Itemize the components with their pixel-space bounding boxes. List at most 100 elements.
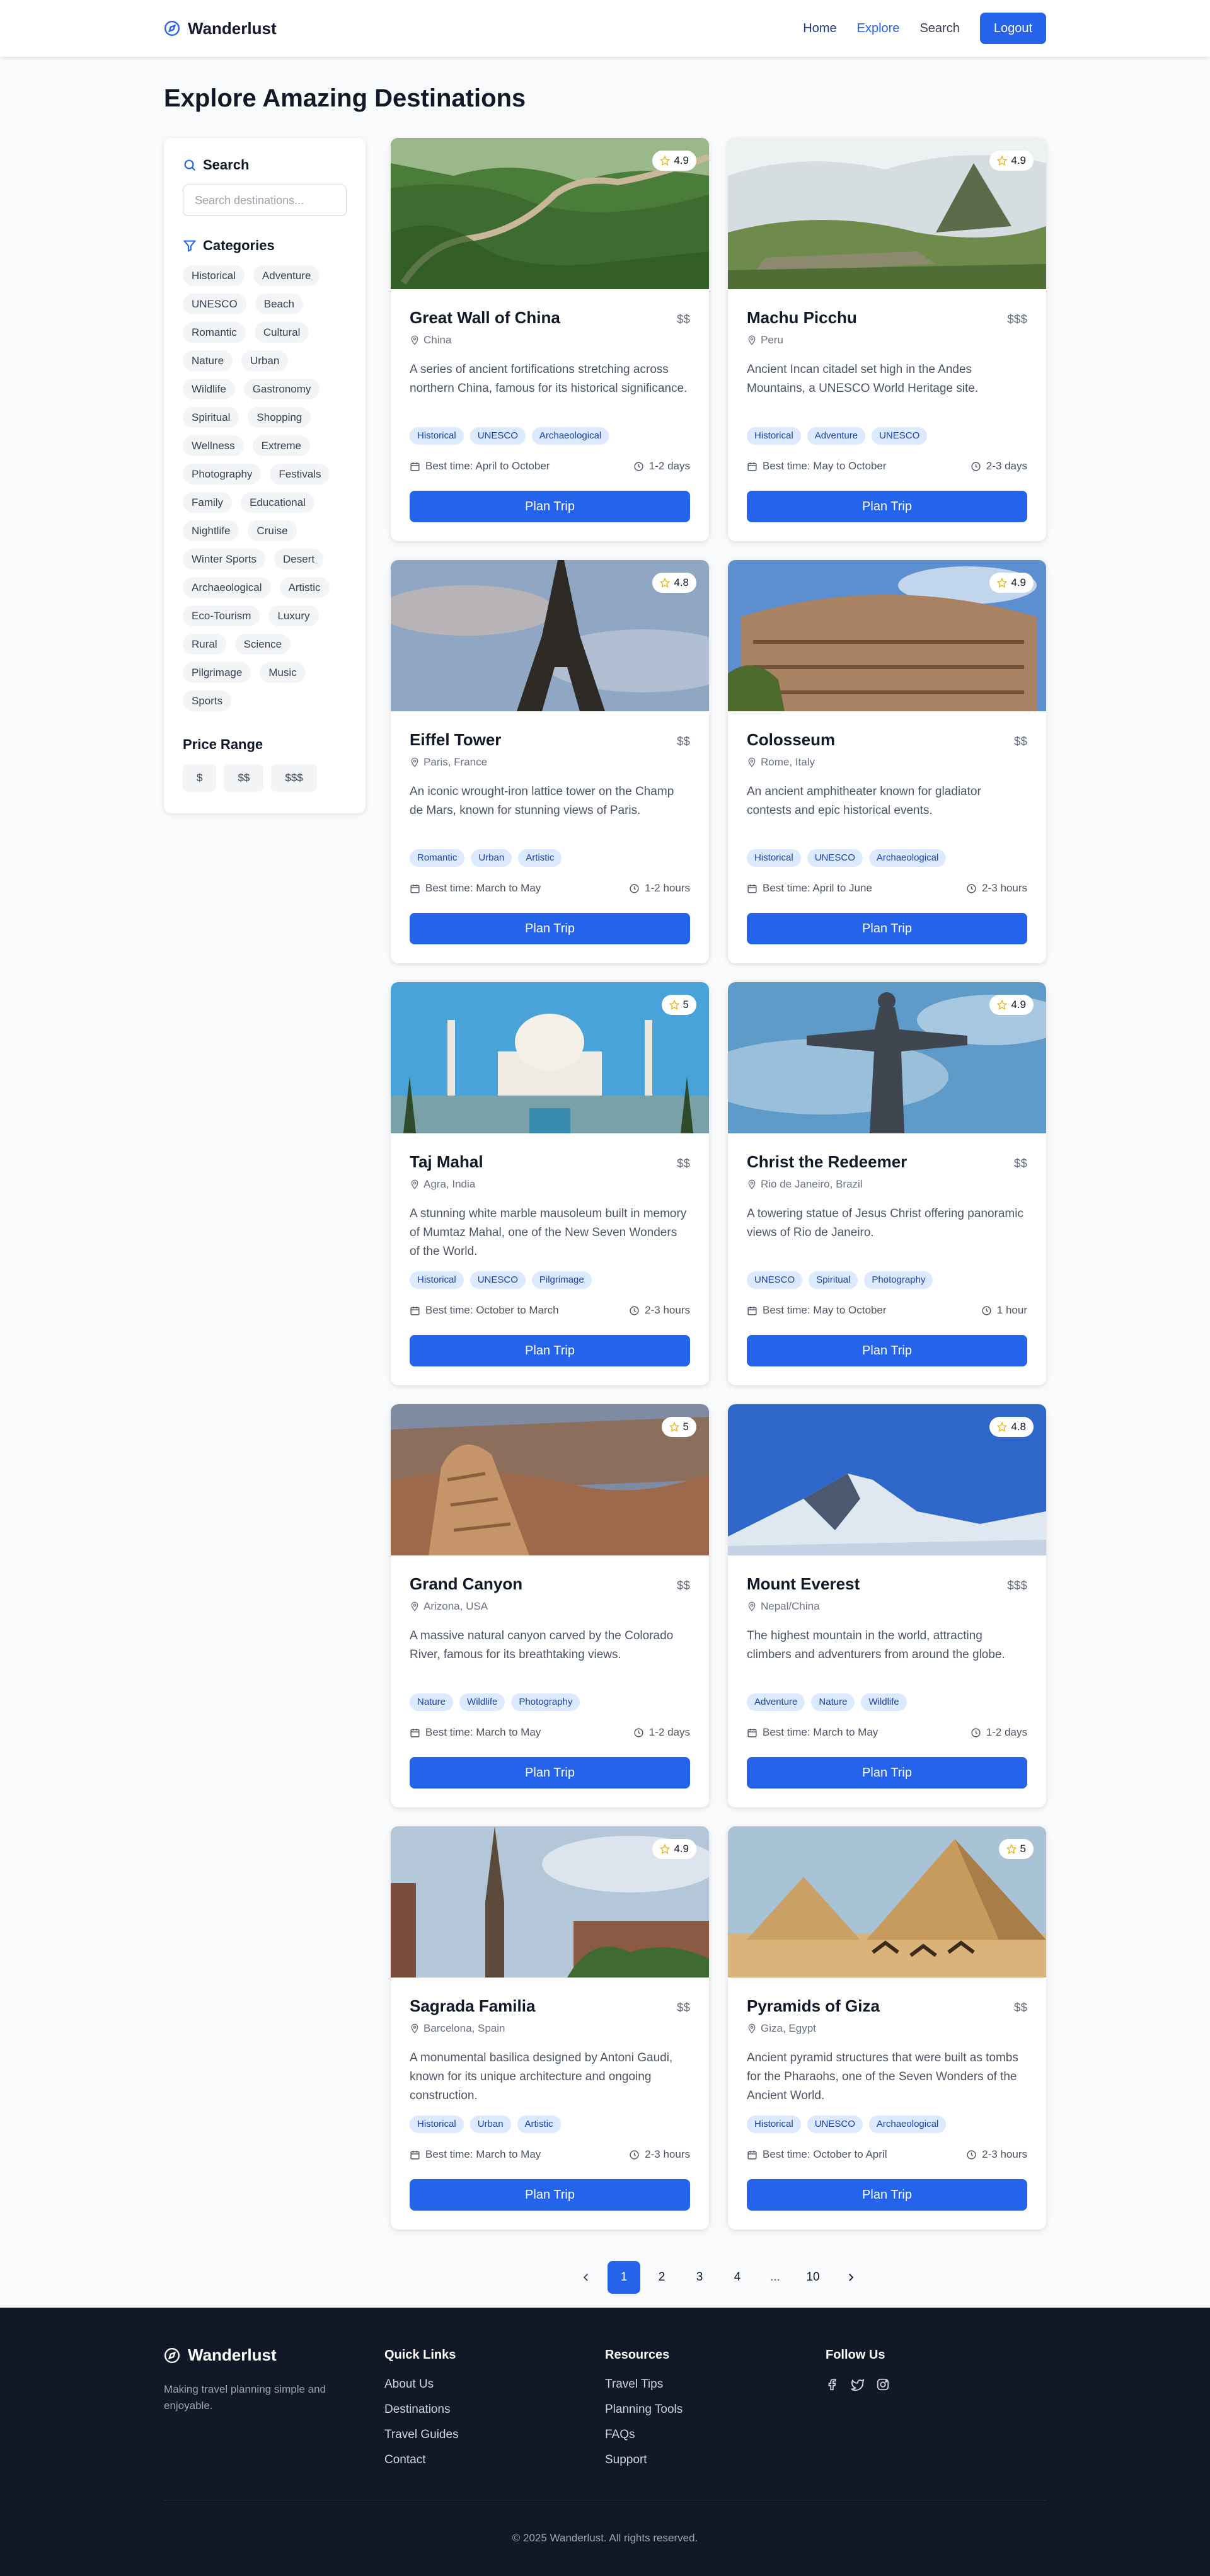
tag-list: Adventure Nature Wildlife bbox=[747, 1693, 1027, 1711]
destination-card[interactable]: 4.9 Colosseum $$ Rome, Italy An ancient … bbox=[728, 560, 1046, 963]
tag: Archaeological bbox=[868, 2115, 947, 2133]
nav-home[interactable]: Home bbox=[803, 21, 836, 36]
destination-card[interactable]: 4.9 Machu Picchu $$$ Peru Ancient Incan … bbox=[728, 138, 1046, 541]
plan-trip-button[interactable]: Plan Trip bbox=[410, 1757, 690, 1789]
plan-trip-button[interactable]: Plan Trip bbox=[747, 913, 1027, 944]
plan-trip-button[interactable]: Plan Trip bbox=[747, 1757, 1027, 1789]
category-chip[interactable]: Pilgrimage bbox=[183, 662, 251, 683]
category-chip[interactable]: Photography bbox=[183, 464, 262, 484]
rating-value: 5 bbox=[1020, 1843, 1026, 1855]
category-chip[interactable]: Shopping bbox=[248, 407, 311, 428]
category-chip[interactable]: Spiritual bbox=[183, 407, 239, 428]
category-chip[interactable]: Sports bbox=[183, 690, 232, 711]
facebook-icon[interactable] bbox=[826, 2378, 839, 2391]
footer-link-travel-guides[interactable]: Travel Guides bbox=[384, 2428, 605, 2442]
category-chip[interactable]: Rural bbox=[183, 634, 226, 655]
footer-link-contact[interactable]: Contact bbox=[384, 2453, 605, 2467]
category-chip[interactable]: Adventure bbox=[253, 265, 320, 286]
category-chip[interactable]: Artistic bbox=[279, 577, 330, 598]
category-chip[interactable]: Luxury bbox=[268, 605, 319, 626]
category-chip[interactable]: Music bbox=[260, 662, 306, 683]
destination-price: $$ bbox=[1013, 1157, 1027, 1171]
footer-brand[interactable]: Wanderlust bbox=[164, 2345, 384, 2365]
category-chip[interactable]: Nightlife bbox=[183, 520, 239, 541]
plan-trip-button[interactable]: Plan Trip bbox=[410, 913, 690, 944]
search-heading: Search bbox=[183, 157, 347, 173]
nav-search[interactable]: Search bbox=[919, 21, 959, 36]
footer-link-travel-tips[interactable]: Travel Tips bbox=[605, 2378, 826, 2391]
category-chip[interactable]: Extreme bbox=[252, 435, 310, 456]
category-chip[interactable]: Urban bbox=[241, 350, 289, 371]
page-button-last[interactable]: 10 bbox=[797, 2261, 829, 2294]
duration: 1-2 hours bbox=[629, 882, 690, 895]
rating-badge: 4.8 bbox=[652, 573, 696, 593]
brand-logo[interactable]: Wanderlust bbox=[164, 19, 277, 38]
price-option[interactable]: $$ bbox=[224, 764, 264, 792]
category-chip[interactable]: Festivals bbox=[270, 464, 330, 484]
category-chip[interactable]: Desert bbox=[274, 549, 324, 570]
page-button[interactable]: 4 bbox=[721, 2261, 754, 2294]
category-chip[interactable]: Cruise bbox=[248, 520, 297, 541]
page-button[interactable]: 3 bbox=[683, 2261, 716, 2294]
category-chip[interactable]: Historical bbox=[183, 265, 245, 286]
plan-trip-button[interactable]: Plan Trip bbox=[410, 491, 690, 522]
category-chip[interactable]: Wildlife bbox=[183, 379, 235, 399]
calendar-icon bbox=[410, 884, 420, 893]
category-chip[interactable]: UNESCO bbox=[183, 294, 246, 314]
category-chip[interactable]: Winter Sports bbox=[183, 549, 265, 570]
plan-trip-button[interactable]: Plan Trip bbox=[410, 2179, 690, 2211]
tag: Wildlife bbox=[861, 1693, 907, 1711]
plan-trip-button[interactable]: Plan Trip bbox=[410, 1335, 690, 1366]
destination-card[interactable]: 4.9 Sagrada Familia $$ Barcelona, Spain … bbox=[391, 1826, 709, 2230]
category-chip[interactable]: Beach bbox=[255, 294, 303, 314]
destination-card[interactable]: 5 Taj Mahal $$ Agra, India A stunning wh… bbox=[391, 982, 709, 1385]
map-pin-icon bbox=[748, 2024, 756, 2034]
category-chip[interactable]: Nature bbox=[183, 350, 233, 371]
page-button[interactable]: 2 bbox=[645, 2261, 678, 2294]
prev-page-button[interactable] bbox=[570, 2261, 602, 2294]
map-pin-icon bbox=[748, 757, 756, 767]
category-chip[interactable]: Science bbox=[234, 634, 291, 655]
category-chip[interactable]: Archaeological bbox=[183, 577, 271, 598]
destination-card[interactable]: 4.9 Great Wall of China $$ China A serie… bbox=[391, 138, 709, 541]
nav-explore[interactable]: Explore bbox=[857, 21, 900, 36]
logout-button[interactable]: Logout bbox=[979, 13, 1046, 44]
search-input[interactable] bbox=[183, 185, 347, 216]
destination-location: Giza, Egypt bbox=[747, 2022, 1027, 2035]
price-option[interactable]: $ bbox=[183, 764, 217, 792]
destination-card[interactable]: 5 Grand Canyon $$ Arizona, USA A massive… bbox=[391, 1404, 709, 1807]
destination-card[interactable]: 4.8 Eiffel Tower $$ Paris, France An ico… bbox=[391, 560, 709, 963]
destination-card[interactable]: 4.8 Mount Everest $$$ Nepal/China The hi… bbox=[728, 1404, 1046, 1807]
destination-image: 4.9 bbox=[728, 982, 1046, 1133]
tag: Artistic bbox=[518, 849, 562, 867]
category-chip[interactable]: Educational bbox=[241, 492, 314, 513]
footer-link-planning-tools[interactable]: Planning Tools bbox=[605, 2403, 826, 2417]
category-chip[interactable]: Wellness bbox=[183, 435, 244, 456]
destination-price: $$ bbox=[1013, 2001, 1027, 2015]
destination-card[interactable]: 5 Pyramids of Giza $$ Giza, Egypt Ancien… bbox=[728, 1826, 1046, 2230]
plan-trip-button[interactable]: Plan Trip bbox=[747, 491, 1027, 522]
destination-card[interactable]: 4.9 Christ the Redeemer $$ Rio de Janeir… bbox=[728, 982, 1046, 1385]
footer-link-destinations[interactable]: Destinations bbox=[384, 2403, 605, 2417]
category-chip[interactable]: Gastronomy bbox=[243, 379, 320, 399]
footer-link-about[interactable]: About Us bbox=[384, 2378, 605, 2391]
category-chip[interactable]: Romantic bbox=[183, 322, 246, 343]
instagram-icon[interactable] bbox=[876, 2378, 890, 2391]
footer-link-support[interactable]: Support bbox=[605, 2453, 826, 2467]
twitter-icon[interactable] bbox=[851, 2378, 865, 2391]
category-chip[interactable]: Cultural bbox=[254, 322, 309, 343]
footer-heading: Resources bbox=[605, 2348, 670, 2362]
price-option[interactable]: $$$ bbox=[271, 764, 317, 792]
tag: UNESCO bbox=[470, 427, 526, 445]
tag-list: Nature Wildlife Photography bbox=[410, 1693, 690, 1711]
main-content: Explore Amazing Destinations Search Cate… bbox=[164, 57, 1046, 2294]
plan-trip-button[interactable]: Plan Trip bbox=[747, 2179, 1027, 2211]
category-chip[interactable]: Eco-Tourism bbox=[183, 605, 260, 626]
page-button-current[interactable]: 1 bbox=[608, 2261, 640, 2294]
footer-link-faqs[interactable]: FAQs bbox=[605, 2428, 826, 2442]
next-page-button[interactable] bbox=[834, 2261, 867, 2294]
category-chip[interactable]: Family bbox=[183, 492, 233, 513]
destination-price: $$ bbox=[676, 313, 690, 326]
best-time: Best time: October to March bbox=[410, 1304, 559, 1317]
plan-trip-button[interactable]: Plan Trip bbox=[747, 1335, 1027, 1366]
